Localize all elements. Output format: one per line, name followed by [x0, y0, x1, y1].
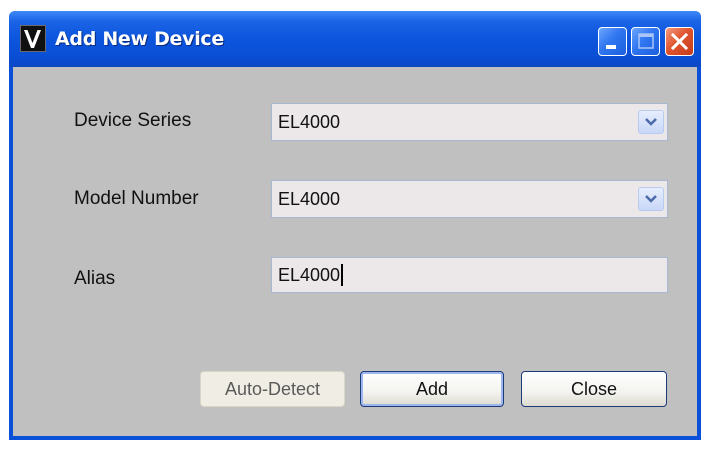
model-number-dropdown-button[interactable] — [638, 187, 664, 211]
maximize-button[interactable] — [631, 27, 660, 56]
auto-detect-button[interactable]: Auto-Detect — [200, 371, 345, 407]
model-number-value: EL4000 — [278, 189, 341, 209]
device-series-label: Device Series — [74, 110, 192, 131]
add-button[interactable]: Add — [360, 371, 504, 407]
alias-input-value: EL4000 — [278, 258, 344, 292]
model-number-label: Model Number — [74, 188, 199, 209]
device-series-dropdown[interactable]: EL4000 — [271, 103, 668, 141]
chevron-down-icon — [645, 195, 657, 203]
minimize-button[interactable] — [598, 27, 627, 56]
minimize-icon — [606, 45, 616, 49]
chevron-down-icon — [645, 118, 657, 126]
model-number-dropdown[interactable]: EL4000 — [271, 180, 668, 218]
alias-input[interactable]: EL4000 — [271, 257, 668, 293]
dialog-body: Device Series EL4000 Model Number EL4000… — [13, 67, 697, 436]
app-logo-icon — [20, 25, 46, 52]
device-series-dropdown-button[interactable] — [638, 110, 664, 134]
alias-label: Alias — [74, 268, 116, 289]
title-bar[interactable]: Add New Device — [9, 11, 701, 67]
close-button[interactable]: Close — [521, 371, 667, 407]
device-series-value: EL4000 — [278, 112, 341, 132]
window-title: Add New Device — [55, 28, 224, 50]
close-window-button[interactable] — [665, 27, 694, 56]
text-caret — [341, 263, 344, 286]
maximize-icon — [638, 33, 654, 49]
close-icon — [670, 32, 689, 51]
add-new-device-window: Add New Device Device Series EL4000 Mode… — [9, 11, 701, 440]
